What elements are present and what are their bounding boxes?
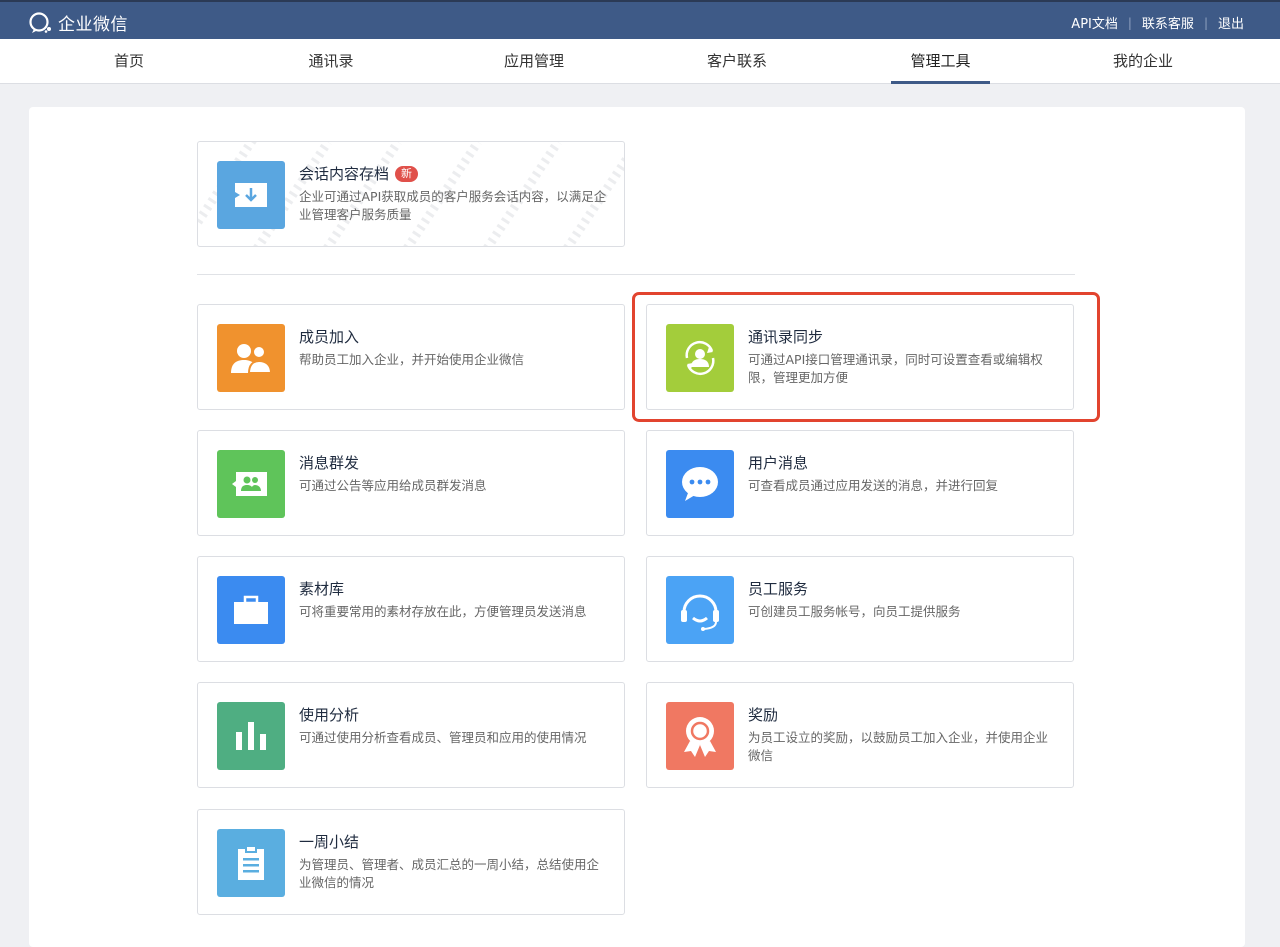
card-weekly-summary[interactable]: 一周小结 为管理员、管理者、成员汇总的一周小结，总结使用企业微信的情况 (197, 809, 625, 915)
card-title: 成员加入 (299, 328, 360, 346)
card-desc: 可通过公告等应用给成员群发消息 (299, 478, 487, 493)
card-title: 员工服务 (748, 580, 809, 598)
card-chat-archive[interactable]: 会话内容存档 新 企业可通过API获取成员的客户服务会话内容，以满足企业管理客户… (197, 141, 625, 247)
tab-management-tools[interactable]: 管理工具 (891, 39, 990, 84)
card-title: 会话内容存档 新 (299, 163, 419, 184)
section-divider (197, 274, 1075, 275)
card-title: 奖励 (748, 706, 779, 724)
logout-link[interactable]: 退出 (1218, 13, 1244, 32)
main-nav: 首页 通讯录 应用管理 客户联系 管理工具 我的企业 (0, 39, 1280, 84)
card-title: 素材库 (299, 580, 345, 598)
card-desc: 为员工设立的奖励，以鼓励员工加入企业，并使用企业微信 (748, 730, 1049, 763)
tab-contacts[interactable]: 通讯录 (281, 39, 381, 84)
highlight-box (632, 292, 1100, 422)
clipboard-icon (217, 829, 285, 897)
briefcase-icon (217, 576, 285, 644)
bar-chart-icon (217, 702, 285, 770)
card-desc: 企业可通过API获取成员的客户服务会话内容，以满足企业管理客户服务质量 (299, 189, 607, 222)
brand-name: 企业微信 (58, 15, 128, 35)
contact-support-link[interactable]: 联系客服 (1142, 13, 1194, 32)
new-badge: 新 (395, 165, 419, 182)
api-docs-link[interactable]: API文档 (1071, 13, 1118, 32)
card-desc: 为管理员、管理者、成员汇总的一周小结，总结使用企业微信的情况 (299, 857, 600, 890)
tab-my-enterprise[interactable]: 我的企业 (1093, 39, 1193, 84)
tab-home[interactable]: 首页 (79, 39, 179, 84)
top-links: API文档 | 联系客服 | 退出 (1071, 13, 1244, 33)
card-title: 使用分析 (299, 706, 360, 724)
card-desc: 帮助员工加入企业，并开始使用企业微信 (299, 352, 525, 367)
card-desc: 可通过使用分析查看成员、管理员和应用的使用情况 (299, 730, 587, 745)
card-usage-analysis[interactable]: 使用分析 可通过使用分析查看成员、管理员和应用的使用情况 (197, 682, 625, 788)
award-icon (666, 702, 734, 770)
brand-logo[interactable]: 企业微信 (28, 10, 128, 35)
card-rewards[interactable]: 奖励 为员工设立的奖励，以鼓励员工加入企业，并使用企业微信 (646, 682, 1074, 788)
headset-icon (666, 576, 734, 644)
divider: | (1203, 15, 1208, 30)
card-broadcast[interactable]: 消息群发 可通过公告等应用给成员群发消息 (197, 430, 625, 536)
card-material-library[interactable]: 素材库 可将重要常用的素材存放在此，方便管理员发送消息 (197, 556, 625, 662)
card-desc: 可查看成员通过应用发送的消息，并进行回复 (748, 478, 999, 493)
card-title: 消息群发 (299, 454, 360, 472)
card-desc: 可将重要常用的素材存放在此，方便管理员发送消息 (299, 604, 587, 619)
wecom-logo-icon (29, 11, 51, 33)
tab-app-management[interactable]: 应用管理 (484, 39, 584, 84)
top-bar: 企业微信 API文档 | 联系客服 | 退出 (0, 0, 1280, 39)
card-title: 用户消息 (748, 454, 809, 472)
card-title-text: 会话内容存档 (299, 165, 390, 183)
divider: | (1127, 15, 1132, 30)
tools-panel: 会话内容存档 新 企业可通过API获取成员的客户服务会话内容，以满足企业管理客户… (29, 107, 1245, 947)
card-employee-service[interactable]: 员工服务 可创建员工服务帐号，向员工提供服务 (646, 556, 1074, 662)
card-desc: 可创建员工服务帐号，向员工提供服务 (748, 604, 961, 619)
card-user-messages[interactable]: 用户消息 可查看成员通过应用发送的消息，并进行回复 (646, 430, 1074, 536)
broadcast-icon (217, 450, 285, 518)
users-icon (217, 324, 285, 392)
archive-icon (217, 161, 285, 229)
card-title: 一周小结 (299, 833, 360, 851)
tab-customer-contact[interactable]: 客户联系 (687, 39, 787, 84)
chat-bubble-icon (666, 450, 734, 518)
card-member-join[interactable]: 成员加入 帮助员工加入企业，并开始使用企业微信 (197, 304, 625, 410)
